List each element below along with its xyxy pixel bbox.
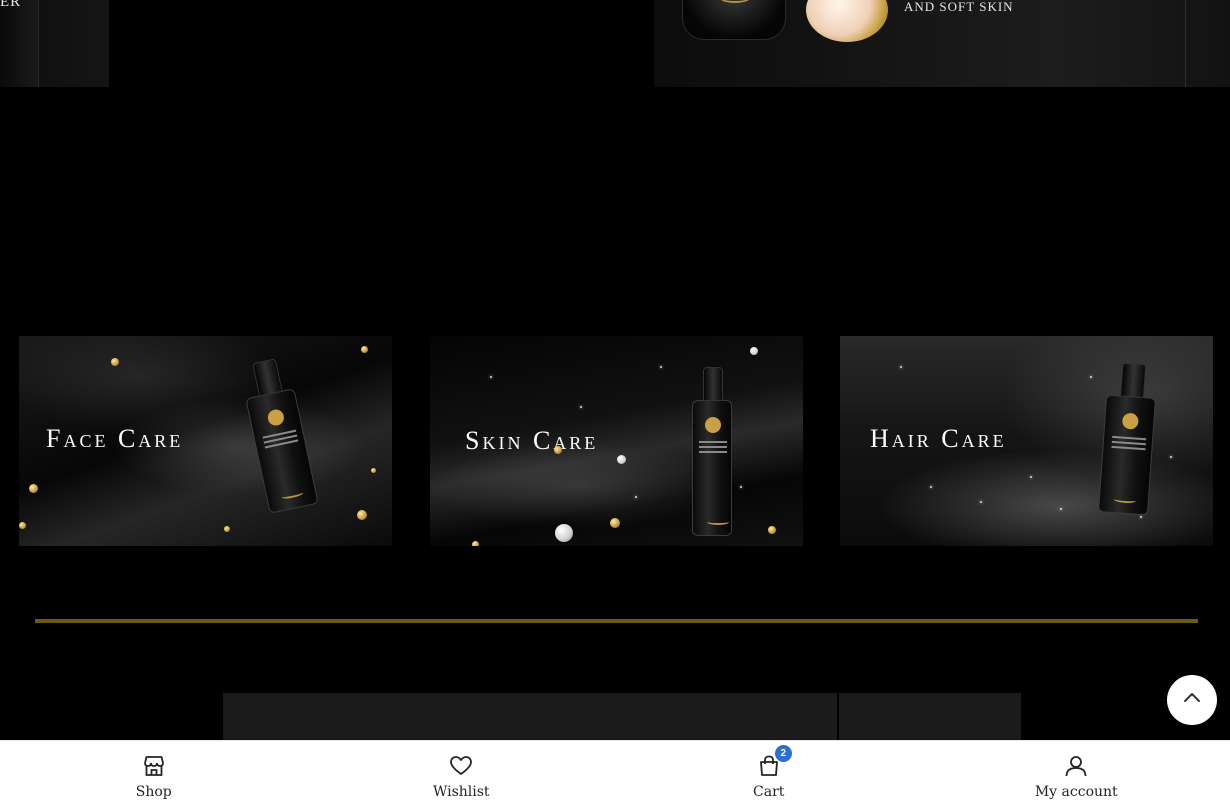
cream-jar-image	[682, 0, 786, 40]
gold-pearl	[29, 484, 38, 493]
gold-pearl	[472, 541, 479, 546]
category-title: Skin Care	[465, 426, 599, 455]
bottom-navigation-bar: Shop Wishlist 2 Cart My account	[0, 740, 1230, 806]
category-skin-care[interactable]: Skin Care	[430, 336, 803, 546]
white-pearl	[750, 347, 758, 355]
hero-slide-right[interactable]: AND SOFT SKIN	[654, 0, 1230, 87]
hero-divider	[38, 0, 39, 87]
gold-pearl	[554, 446, 562, 454]
shopping-bag-icon: 2	[754, 745, 792, 781]
white-pearl	[617, 455, 626, 464]
nav-account-label: My account	[1034, 784, 1118, 800]
category-face-care[interactable]: Face Care	[19, 336, 392, 546]
nav-wishlist-label: Wishlist	[432, 784, 490, 800]
hero-tagline: AND SOFT SKIN	[904, 0, 1014, 14]
category-hair-care[interactable]: Hair Care	[840, 336, 1213, 546]
gold-pearl	[111, 358, 119, 366]
gold-pearl	[371, 468, 376, 473]
chevron-up-icon	[1180, 686, 1204, 715]
nav-wishlist[interactable]: Wishlist	[308, 741, 616, 806]
gold-pearl	[610, 518, 620, 528]
category-title: Face Care	[46, 424, 184, 453]
serum-bottle-image	[245, 358, 319, 514]
gold-pearl	[357, 510, 367, 520]
nav-shop[interactable]: Shop	[0, 741, 308, 806]
cream-swatch-image	[806, 0, 888, 42]
nav-cart-label: Cart	[753, 784, 785, 800]
nav-shop-label: Shop	[135, 784, 172, 800]
hero-left-text: ER	[0, 0, 22, 10]
nav-cart[interactable]: 2 Cart	[615, 741, 923, 806]
store-icon	[139, 751, 169, 781]
cart-count-badge: 2	[774, 745, 792, 762]
hair-serum-bottle-image	[1097, 362, 1157, 516]
gold-pearl	[361, 346, 368, 353]
category-banners: Face Care Skin Care Hair Care	[0, 336, 1230, 546]
gold-divider	[35, 619, 1198, 623]
heart-icon	[446, 751, 476, 781]
hero-slide-left: ER	[0, 0, 109, 87]
white-pearl	[555, 524, 573, 542]
nav-my-account[interactable]: My account	[923, 741, 1230, 806]
gold-pearl	[19, 522, 26, 529]
scroll-to-top-button[interactable]	[1167, 675, 1217, 725]
gold-pearl	[768, 526, 776, 534]
gold-pearl	[224, 526, 230, 532]
category-title: Hair Care	[870, 424, 1007, 453]
lotion-bottle-image	[692, 367, 732, 536]
user-icon	[1061, 751, 1091, 781]
